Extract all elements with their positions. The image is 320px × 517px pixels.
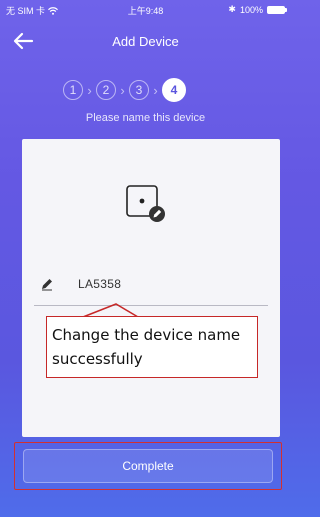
chevron-right-icon: › xyxy=(120,82,125,98)
device-name-card: LA5358 xyxy=(22,139,280,437)
page-title: Add Device xyxy=(112,34,179,49)
step-2: 2 xyxy=(96,80,116,100)
battery-percent: 100% xyxy=(239,4,263,15)
battery-group: ✱ 100% xyxy=(228,4,287,15)
device-name-field[interactable]: LA5358 xyxy=(34,269,268,306)
complete-button[interactable]: Complete xyxy=(23,449,273,483)
device-name-value[interactable]: LA5358 xyxy=(78,277,121,291)
step-1: 1 xyxy=(63,80,83,100)
pencil-icon xyxy=(42,279,52,291)
step-3: 3 xyxy=(129,80,149,100)
chevron-right-icon: › xyxy=(87,82,92,98)
bluetooth-icon: ✱ xyxy=(228,4,236,14)
annotation-callout: Change the device name successfully xyxy=(46,316,258,378)
chevron-right-icon: › xyxy=(153,82,158,98)
step-caption: Please name this device xyxy=(85,112,206,124)
step-indicator: 1 › 2 › 3 › 4 xyxy=(63,78,186,102)
navigation-bar: Add Device xyxy=(0,26,291,56)
battery-icon xyxy=(267,5,287,14)
device-edit-icon xyxy=(126,185,165,222)
status-bar: 无 SIM 卡 上午9:48 ✱ 100% xyxy=(0,0,291,18)
complete-highlight: Complete xyxy=(14,442,282,490)
step-4-active: 4 xyxy=(162,78,186,102)
